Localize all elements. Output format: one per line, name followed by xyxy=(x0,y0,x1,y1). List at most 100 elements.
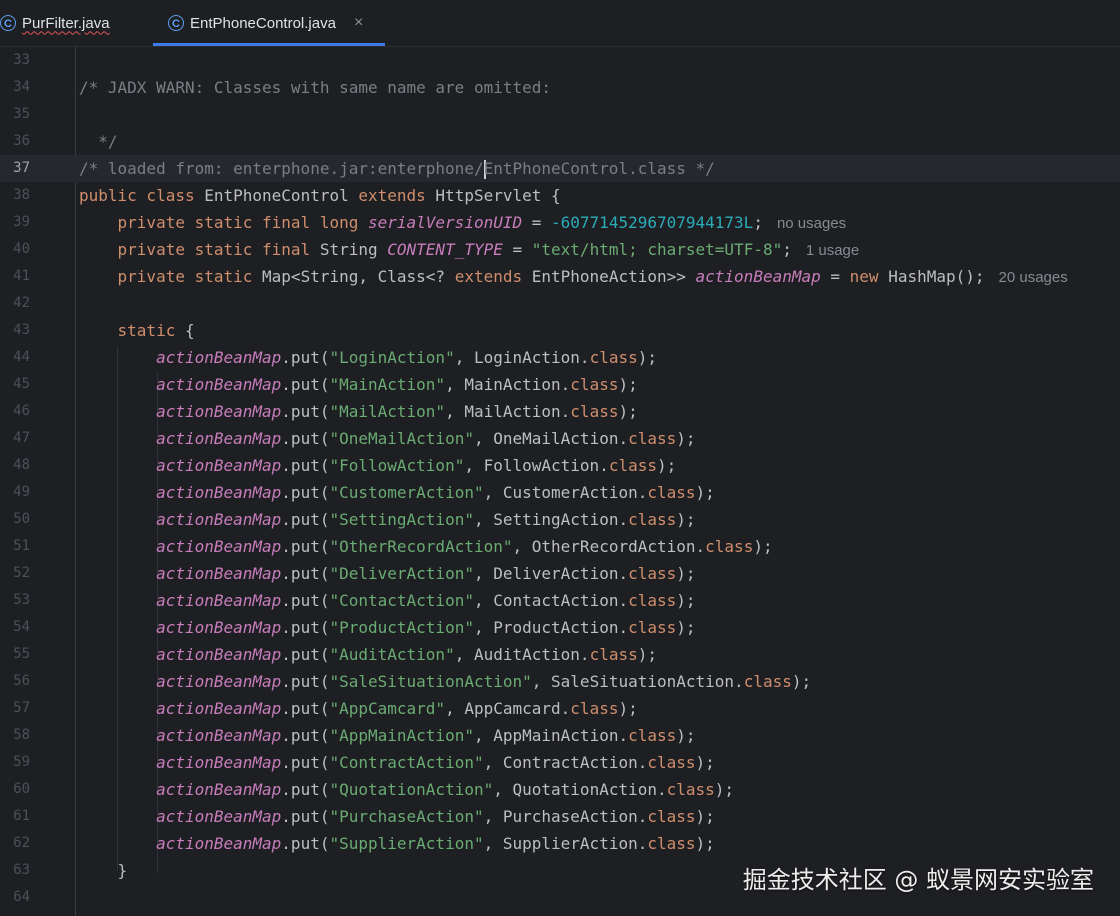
code-line[interactable]: 46 actionBeanMap.put("MailAction", MailA… xyxy=(0,398,1120,425)
code-line[interactable]: 49 actionBeanMap.put("CustomerAction", C… xyxy=(0,479,1120,506)
code-text: /* loaded from: enterphone.jar:enterphon… xyxy=(79,155,715,182)
code-line[interactable]: 61 actionBeanMap.put("PurchaseAction", P… xyxy=(0,803,1120,830)
close-icon[interactable]: × xyxy=(354,14,363,32)
code-text: actionBeanMap.put("SettingAction", Setti… xyxy=(79,506,695,533)
code-token: actionBeanMap xyxy=(156,429,282,448)
code-token: , CustomerAction. xyxy=(483,483,648,502)
code-token: , OneMailAction. xyxy=(473,429,629,448)
code-line[interactable]: 36 */ xyxy=(0,128,1120,155)
tab-label: EntPhoneControl.java xyxy=(190,14,336,32)
code-token: .put( xyxy=(281,564,330,583)
line-number: 49 xyxy=(13,484,30,500)
code-line[interactable]: 60 actionBeanMap.put("QuotationAction", … xyxy=(0,776,1120,803)
code-line[interactable]: 62 actionBeanMap.put("SupplierAction", S… xyxy=(0,830,1120,857)
code-line[interactable]: 50 actionBeanMap.put("SettingAction", Se… xyxy=(0,506,1120,533)
usage-hint[interactable]: no usages xyxy=(777,215,846,232)
code-line[interactable]: 42 xyxy=(0,290,1120,317)
code-text: actionBeanMap.put("ContractAction", Cont… xyxy=(79,749,715,776)
code-text: public class EntPhoneControl extends Htt… xyxy=(79,182,561,209)
code-token: "LoginAction" xyxy=(329,348,455,367)
code-token: actionBeanMap xyxy=(156,591,282,610)
code-token: class xyxy=(589,348,638,367)
code-line[interactable]: 44 actionBeanMap.put("LoginAction", Logi… xyxy=(0,344,1120,371)
usage-hint[interactable]: 1 usage xyxy=(806,242,859,259)
code-token: , DeliverAction. xyxy=(473,564,629,583)
code-line[interactable]: 38 public class EntPhoneControl extends H… xyxy=(0,182,1120,209)
code-line[interactable]: 47 actionBeanMap.put("OneMailAction", On… xyxy=(0,425,1120,452)
code-text: actionBeanMap.put("DeliverAction", Deliv… xyxy=(79,560,695,587)
code-token: ); xyxy=(753,537,773,556)
watermark: 掘金技术社区 @ 蚁景网安实验室 xyxy=(742,866,1094,894)
code-token: , QuotationAction. xyxy=(493,780,667,799)
code-token: .put( xyxy=(281,699,330,718)
code-token: class xyxy=(570,402,619,421)
code-token: actionBeanMap xyxy=(156,780,282,799)
code-text: actionBeanMap.put("SupplierAction", Supp… xyxy=(79,830,715,857)
code-line[interactable]: 58 actionBeanMap.put("AppMainAction", Ap… xyxy=(0,722,1120,749)
code-text: actionBeanMap.put("FollowAction", Follow… xyxy=(79,452,676,479)
code-token: .put( xyxy=(281,456,330,475)
code-line[interactable]: 54 actionBeanMap.put("ProductAction", Pr… xyxy=(0,614,1120,641)
code-token: public class xyxy=(79,186,205,205)
code-line[interactable]: 35 xyxy=(0,101,1120,128)
code-token: ); xyxy=(676,618,696,637)
code-line[interactable]: 37 /* loaded from: enterphone.jar:enterph… xyxy=(0,155,1120,182)
tab-purfilter[interactable]: C PurFilter.java xyxy=(0,0,110,46)
code-token: "ContractAction" xyxy=(329,753,484,772)
code-editor[interactable]: 33 34 /* JADX WARN: Classes with same name… xyxy=(0,47,1120,916)
code-line[interactable]: 41 private static Map<String, Class<? ex… xyxy=(0,263,1120,290)
line-number: 39 xyxy=(13,214,30,230)
code-token: .put( xyxy=(281,429,330,448)
code-token: "AppCamcard" xyxy=(329,699,446,718)
code-token: , MailAction. xyxy=(445,402,571,421)
code-token: extends xyxy=(358,186,436,205)
code-token: ); xyxy=(791,672,812,691)
code-line[interactable]: 43 static { xyxy=(0,317,1120,344)
code-token: "OneMailAction" xyxy=(329,429,474,448)
code-token: .put( xyxy=(281,483,330,502)
code-token: "AppMainAction" xyxy=(329,726,474,745)
code-line[interactable]: 39 private static final long serialVersi… xyxy=(0,209,1120,236)
usage-hint[interactable]: 20 usages xyxy=(999,269,1068,286)
tab-entphonecontrol[interactable]: C EntPhoneControl.java × xyxy=(168,0,363,46)
code-line[interactable]: 59 actionBeanMap.put("ContractAction", C… xyxy=(0,749,1120,776)
code-line[interactable]: 48 actionBeanMap.put("FollowAction", Fol… xyxy=(0,452,1120,479)
code-token: "DeliverAction" xyxy=(329,564,474,583)
code-token: .put( xyxy=(281,510,330,529)
code-token: .put( xyxy=(281,348,330,367)
line-number: 54 xyxy=(13,619,30,635)
tab-label: PurFilter.java xyxy=(22,14,110,32)
code-token: , ContactAction. xyxy=(473,591,629,610)
code-token: , LoginAction. xyxy=(454,348,590,367)
code-token: class xyxy=(647,807,696,826)
code-token: .put( xyxy=(281,402,330,421)
code-line[interactable]: 57 actionBeanMap.put("AppCamcard", AppCa… xyxy=(0,695,1120,722)
code-line[interactable]: 56 actionBeanMap.put("SaleSituationActio… xyxy=(0,668,1120,695)
code-text: /* JADX WARN: Classes with same name are… xyxy=(79,74,551,101)
code-token: /* JADX WARN: Classes with same name are… xyxy=(79,78,552,97)
code-line[interactable]: 40 private static final String CONTENT_T… xyxy=(0,236,1120,263)
code-token: , AuditAction. xyxy=(454,645,590,664)
code-token: ); xyxy=(618,699,638,718)
code-line[interactable]: 55 actionBeanMap.put("AuditAction", Audi… xyxy=(0,641,1120,668)
code-line[interactable]: 33 xyxy=(0,47,1120,74)
code-line[interactable]: 53 actionBeanMap.put("ContactAction", Co… xyxy=(0,587,1120,614)
code-token: actionBeanMap xyxy=(156,699,282,718)
code-token: new xyxy=(849,267,889,286)
line-number: 36 xyxy=(13,133,30,149)
line-number: 40 xyxy=(13,241,30,257)
code-line[interactable]: 45 actionBeanMap.put("MainAction", MainA… xyxy=(0,371,1120,398)
line-number: 43 xyxy=(13,322,30,338)
code-line[interactable]: 34 /* JADX WARN: Classes with same name a… xyxy=(0,74,1120,101)
code-token: = xyxy=(522,213,552,232)
code-token: .put( xyxy=(281,645,330,664)
code-line[interactable]: 51 actionBeanMap.put("OtherRecordAction"… xyxy=(0,533,1120,560)
code-line[interactable]: 52 actionBeanMap.put("DeliverAction", De… xyxy=(0,560,1120,587)
code-text: private static final long serialVersionU… xyxy=(79,209,847,237)
